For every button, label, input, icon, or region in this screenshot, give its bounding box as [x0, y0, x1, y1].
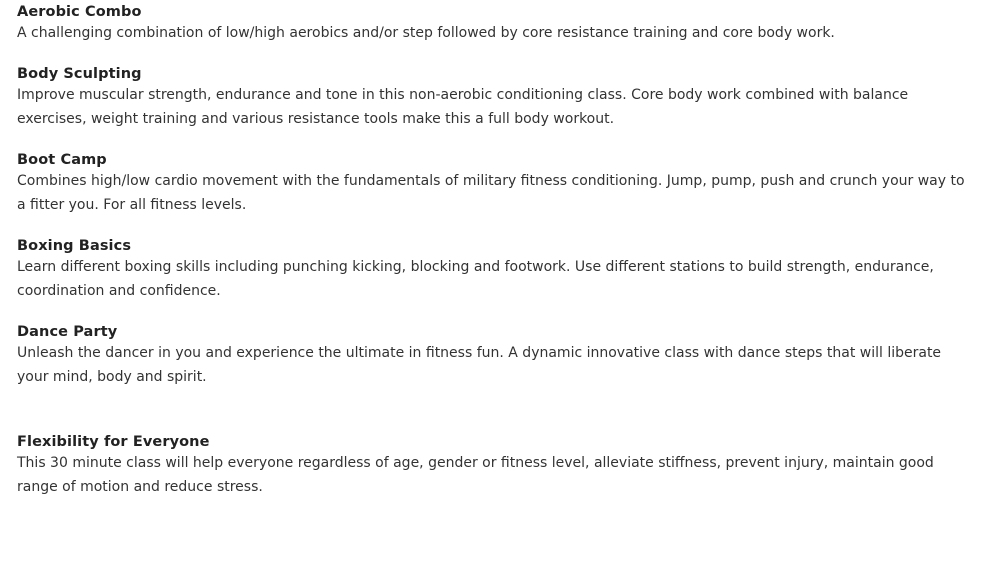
class-title: Aerobic Combo [17, 4, 142, 20]
class-description: A challenging combination of low/high ae… [17, 25, 835, 41]
class-entry-boxing-basics: Boxing Basics Learn different boxing ski… [17, 237, 976, 303]
class-entry-aerobic-combo: Aerobic Combo A challenging combination … [17, 3, 976, 45]
class-entry-body-sculpting: Body Sculpting Improve muscular strength… [17, 65, 976, 131]
class-description: Learn different boxing skills including … [17, 259, 934, 299]
class-entry-dance-party: Dance Party Unleash the dancer in you an… [17, 323, 976, 389]
class-title: Body Sculpting [17, 66, 142, 82]
class-description: Unleash the dancer in you and experience… [17, 345, 942, 385]
class-descriptions: Aerobic Combo A challenging combination … [0, 0, 993, 499]
class-title: Flexibility for Everyone [17, 434, 210, 450]
class-entry-flexibility-for-everyone: Flexibility for Everyone This 30 minute … [17, 433, 976, 499]
class-title: Boot Camp [17, 152, 107, 168]
class-description: This 30 minute class will help everyone … [17, 455, 934, 495]
class-description: Combines high/low cardio movement with t… [17, 173, 965, 213]
class-entry-boot-camp: Boot Camp Combines high/low cardio movem… [17, 151, 976, 217]
class-description: Improve muscular strength, endurance and… [17, 87, 909, 127]
class-title: Dance Party [17, 324, 118, 340]
class-title: Boxing Basics [17, 238, 132, 254]
